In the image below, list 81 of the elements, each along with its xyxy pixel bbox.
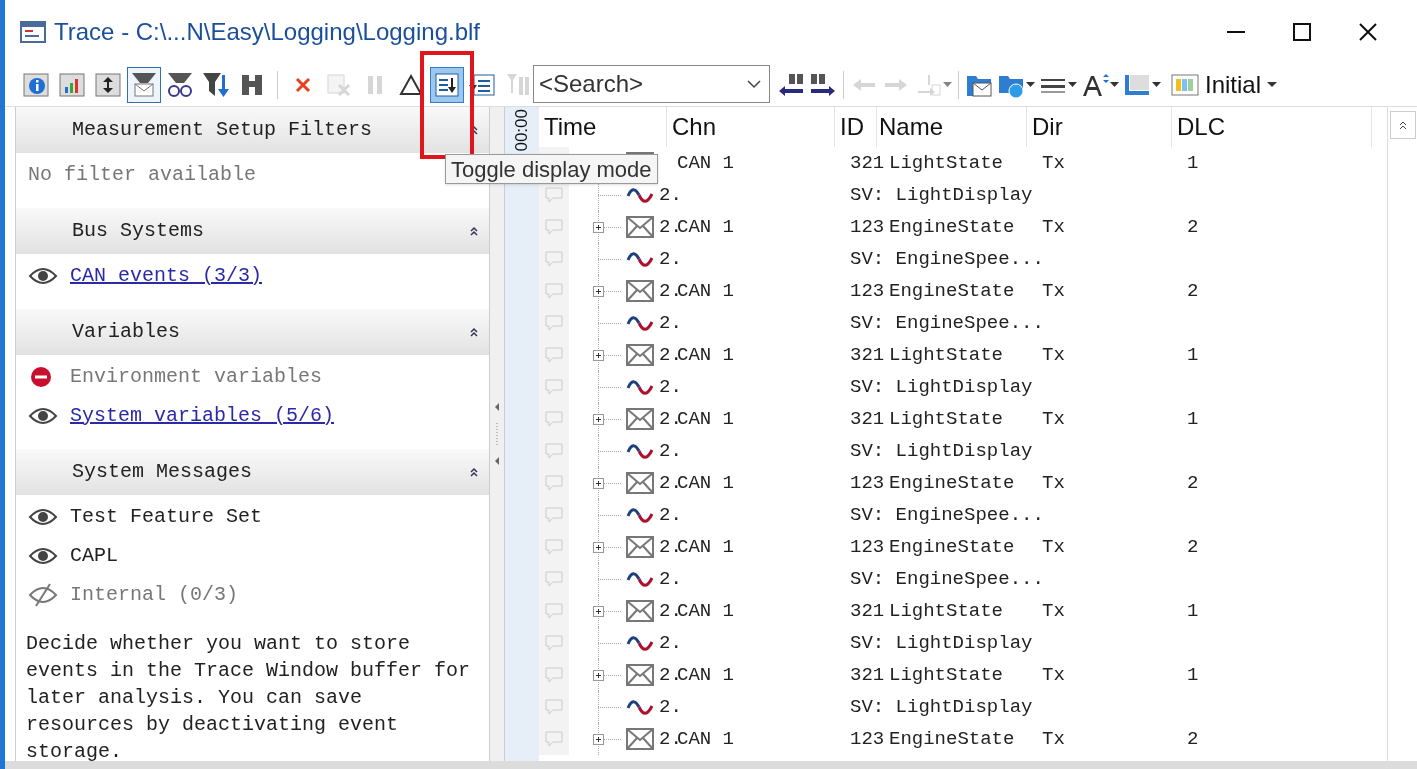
column-header[interactable]: ID	[835, 107, 877, 147]
id-cell: 123	[850, 215, 885, 238]
signal-name-cell: SV: EngineSpee...	[850, 247, 1044, 270]
id-cell: 123	[850, 727, 885, 750]
filter-label: Environment variables	[70, 363, 323, 390]
name-cell: EngineState	[889, 215, 1015, 238]
time-cell: 2.	[659, 439, 682, 462]
dlc-cell: 2	[1187, 535, 1199, 558]
dlc-cell: 2	[1187, 215, 1199, 238]
dlc-cell: 1	[1187, 343, 1199, 366]
direction-cell: Tx	[1042, 407, 1065, 430]
description-text: Decide whether you want to store events in the Trace Window buffer for later analysis. You can save resources by deactivating event storage.	[25, 631, 472, 761]
name-cell: LightState	[889, 599, 1004, 622]
column-header[interactable]: Dir	[1027, 107, 1172, 147]
dlc-cell: 2	[1187, 727, 1199, 750]
time-cell: 2.	[659, 631, 682, 654]
filter-label: CAPL	[70, 542, 118, 569]
window-title: Trace - C:\...N\Easy\Logging\Logging.blf	[54, 17, 480, 47]
section-header[interactable]: Measurement Setup Filters	[16, 107, 489, 153]
name-cell: EngineState	[889, 727, 1015, 750]
direction-cell: Tx	[1042, 471, 1065, 494]
direction-cell: Tx	[1042, 535, 1065, 558]
column-header[interactable]: DLC	[1172, 107, 1372, 147]
dlc-cell: 1	[1187, 407, 1199, 430]
empty-note: No filter available	[28, 161, 257, 188]
channel-cell: CAN 1	[677, 151, 734, 174]
signal-name-cell: SV: EngineSpee...	[850, 503, 1044, 526]
id-cell: 321	[850, 343, 885, 366]
direction-cell: Tx	[1042, 151, 1065, 174]
direction-cell: Tx	[1042, 343, 1065, 366]
dlc-cell: 1	[1187, 151, 1199, 174]
name-cell: LightState	[889, 663, 1004, 686]
filter-label: Test Feature Set	[70, 503, 263, 530]
signal-name-cell: SV: EngineSpee...	[850, 567, 1044, 590]
signal-name-cell: SV: LightDisplay	[850, 439, 1033, 462]
tooltip: Toggle display mode	[445, 154, 658, 184]
direction-cell: Tx	[1042, 279, 1065, 302]
signal-name-cell: SV: LightDisplay	[850, 183, 1033, 206]
time-cell: 2.	[659, 503, 682, 526]
signal-name-cell: SV: EngineSpee...	[850, 311, 1044, 334]
name-cell: EngineState	[889, 279, 1015, 302]
time-cell: 2.	[659, 375, 682, 398]
signal-name-cell: SV: LightDisplay	[850, 375, 1033, 398]
section-header[interactable]: System Messages	[16, 449, 489, 495]
time-cell: 2.	[659, 247, 682, 270]
id-cell: 321	[850, 599, 885, 622]
filter-link[interactable]: System variables (5/6)	[70, 400, 335, 431]
dlc-cell: 2	[1187, 279, 1199, 302]
id-cell: 321	[850, 663, 885, 686]
filter-link[interactable]: CAN events (3/3)	[70, 260, 263, 291]
signal-name-cell: SV: LightDisplay	[850, 695, 1033, 718]
direction-cell: Tx	[1042, 727, 1065, 750]
column-header[interactable]: Name	[877, 107, 1027, 147]
id-cell: 123	[850, 471, 885, 494]
id-cell: 321	[850, 407, 885, 430]
time-cell: 2.	[659, 183, 682, 206]
section-header[interactable]: Variables	[16, 309, 489, 355]
id-cell: 321	[850, 151, 885, 174]
direction-cell: Tx	[1042, 663, 1065, 686]
time-cell: 2.	[659, 695, 682, 718]
time-cell: 2.	[659, 311, 682, 334]
search-field[interactable]: <Search>	[533, 65, 770, 103]
filter-label: Internal (0/3)	[70, 581, 239, 608]
direction-cell: Tx	[1042, 215, 1065, 238]
name-cell: EngineState	[889, 471, 1015, 494]
time-label: 00:00	[512, 109, 532, 152]
id-cell: 123	[850, 279, 885, 302]
layout-dropdown[interactable]: Initial	[1171, 67, 1278, 103]
direction-cell: Tx	[1042, 599, 1065, 622]
name-cell: LightState	[889, 407, 1004, 430]
name-cell: LightState	[889, 343, 1004, 366]
dlc-cell: 1	[1187, 663, 1199, 686]
name-cell: EngineState	[889, 535, 1015, 558]
column-header[interactable]: Chn	[667, 107, 835, 147]
id-cell: 123	[850, 535, 885, 558]
section-header[interactable]: Bus Systems	[16, 208, 489, 254]
time-cell: 2.	[659, 567, 682, 590]
name-cell: LightState	[889, 151, 1004, 174]
dlc-cell: 2	[1187, 471, 1199, 494]
dlc-cell: 1	[1187, 599, 1199, 622]
signal-name-cell: SV: LightDisplay	[850, 631, 1033, 654]
